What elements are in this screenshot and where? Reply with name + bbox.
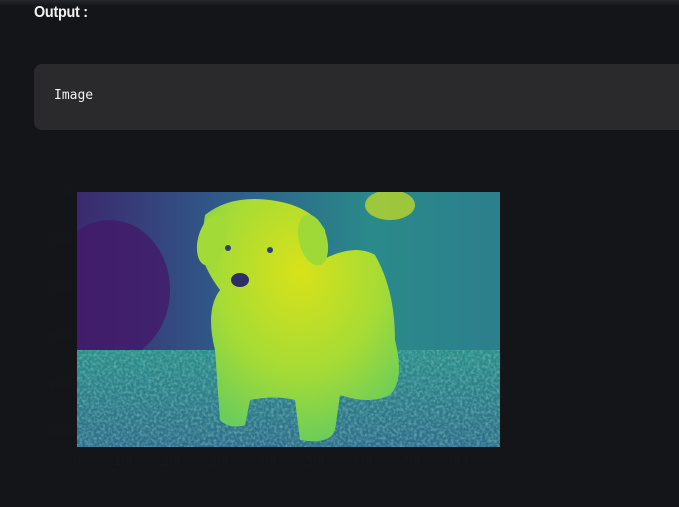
x-tick-label: 100 (114, 454, 137, 468)
x-tick-label: 500 (306, 454, 329, 468)
x-tick-label: 0 (73, 454, 81, 468)
x-tick-label: 400 (258, 454, 281, 468)
x-tick-label: 800 (450, 454, 473, 468)
image-plot: 0 100 200 300 400 500 600 700 800 0 100 200 300 400 5… (47, 185, 500, 468)
x-tick-label: 200 (162, 454, 185, 468)
y-tick-label: 500 (47, 425, 70, 439)
x-tick-label: 700 (402, 454, 425, 468)
x-tick-label: 600 (354, 454, 377, 468)
y-tick-label: 300 (47, 329, 70, 343)
puppy-image (77, 192, 500, 447)
y-tick-label: 0 (62, 185, 70, 199)
x-tick-label: 300 (210, 454, 233, 468)
y-tick-label: 400 (47, 377, 70, 391)
y-tick-label: 100 (47, 233, 70, 247)
y-tick-label: 200 (47, 281, 70, 295)
